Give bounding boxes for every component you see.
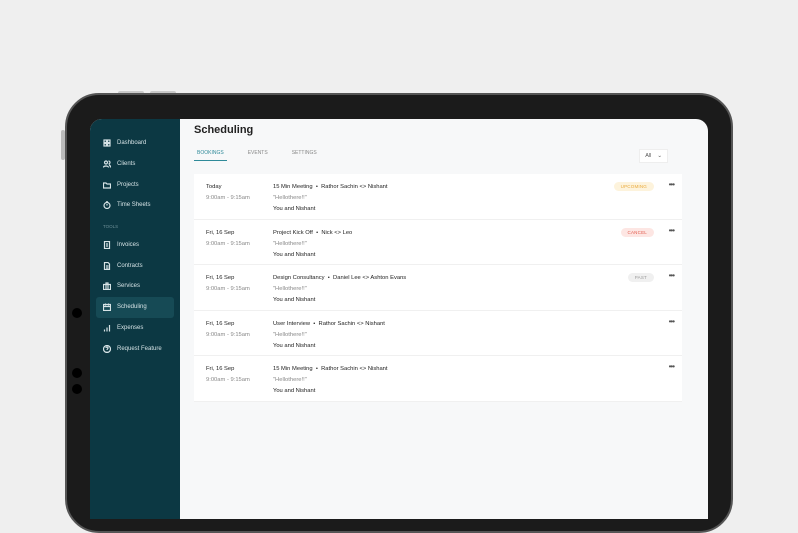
sidebar-item-services[interactable]: Services [96, 276, 174, 297]
booking-title: Project Kick Off [273, 229, 313, 236]
booking-time: 9:00am - 9:15am [206, 195, 250, 201]
sidebar-item-invoices[interactable]: Invoices [96, 235, 174, 256]
sidebar-item-contracts[interactable]: Contracts [96, 255, 174, 276]
more-options-icon[interactable]: ••• [669, 180, 675, 189]
status-badge: CANCEL [620, 227, 654, 237]
booking-note: "Hellothere!!" [273, 331, 307, 338]
booking-people: Rathor Sachin <> Nishant [321, 366, 388, 372]
booking-title: User Interview [273, 320, 311, 327]
booking-note: "Hellothere!!" [273, 195, 307, 201]
booking-note: "Hellothere!!" [273, 240, 307, 247]
booking-date: Fri, 16 Sep [206, 229, 235, 236]
more-options-icon[interactable]: ••• [669, 362, 675, 371]
bookings-list: Today 9:00am - 9:15am 15 Min Meeting • Ra… [194, 174, 682, 402]
more-options-icon[interactable]: ••• [669, 317, 675, 326]
booking-note: "Hellothere!!" [273, 286, 307, 292]
booking-row[interactable]: Fri, 16 Sep 9:00am - 9:15am Design Consul… [194, 265, 682, 311]
tab-events[interactable]: EVENTS [245, 150, 271, 161]
sidebar-item-label: Request Feature [117, 345, 162, 352]
briefcase-icon [103, 282, 111, 291]
booking-time: 9:00am - 9:15am [206, 240, 250, 247]
sidebar-item-label: Dashboard [117, 140, 147, 147]
main-content: Scheduling BOOKINGS EVENTS SETTINGS All ⌄… [180, 119, 708, 519]
sidebar-item-dashboard[interactable]: Dashboard [96, 133, 174, 154]
tab-bookings[interactable]: BOOKINGS [194, 150, 227, 161]
booking-date: Today [206, 184, 222, 190]
booking-row[interactable]: Fri, 16 Sep 9:00am - 9:15am User Intervie… [194, 311, 682, 356]
booking-attendees: You and Nishant [273, 297, 316, 303]
sidebar-item-label: Time Sheets [117, 202, 151, 209]
booking-time: 9:00am - 9:15am [206, 377, 250, 383]
calendar-icon [103, 303, 111, 312]
app-screen: Dashboard Clients Projects Time Sheets TOOLS… [90, 119, 708, 519]
status-badge: UPCOMING [613, 182, 654, 191]
stopwatch-icon [103, 201, 111, 210]
sidebar: Dashboard Clients Projects Time Sheets TOOLS… [90, 119, 180, 519]
grid-icon [103, 139, 111, 147]
tab-settings[interactable]: SETTINGS [289, 150, 320, 161]
sidebar-item-request-feature[interactable]: Request Feature [96, 338, 174, 359]
camera-dot [72, 384, 82, 394]
sidebar-item-label: Expenses [117, 324, 144, 331]
bar-chart-icon [103, 324, 111, 332]
booking-people: Rathor Sachin <> Nishant [321, 184, 388, 190]
folder-icon [103, 182, 111, 189]
booking-row[interactable]: Today 9:00am - 9:15am 15 Min Meeting • Ra… [194, 174, 682, 220]
booking-attendees: You and Nishant [273, 342, 316, 349]
booking-title: 15 Min Meeting [273, 184, 313, 190]
booking-people: Daniel Lee <> Ashton Evans [333, 275, 407, 281]
booking-title: 15 Min Meeting [273, 366, 313, 372]
more-options-icon[interactable]: ••• [669, 226, 675, 235]
booking-title: Design Consultancy [273, 275, 325, 281]
sidebar-item-label: Invoices [117, 242, 140, 249]
camera-dot [72, 368, 82, 378]
booking-note: "Hellothere!!" [273, 377, 307, 383]
camera-dot [72, 308, 82, 318]
tabs: BOOKINGS EVENTS SETTINGS [194, 150, 682, 161]
more-options-icon[interactable]: ••• [669, 271, 675, 280]
sidebar-item-clients[interactable]: Clients [96, 154, 174, 175]
booking-row[interactable]: Fri, 16 Sep 9:00am - 9:15am Project Kick … [194, 220, 682, 265]
booking-people: Rathor Sachin <> Nishant [318, 320, 385, 327]
chevron-down-icon: ⌄ [657, 153, 662, 159]
booking-date: Fri, 16 Sep [206, 366, 235, 372]
sidebar-item-label: Contracts [117, 262, 143, 269]
booking-date: Fri, 16 Sep [206, 320, 235, 327]
sidebar-item-time-sheets[interactable]: Time Sheets [96, 195, 174, 216]
booking-attendees: You and Nishant [273, 388, 316, 394]
sidebar-item-label: Projects [117, 181, 139, 188]
filter-value: All [645, 153, 652, 159]
booking-attendees: You and Nishant [273, 251, 316, 258]
sidebar-item-expenses[interactable]: Expenses [96, 318, 174, 339]
contract-icon [103, 261, 111, 270]
sidebar-item-label: Scheduling [117, 304, 147, 311]
booking-people: Nick <> Leo [321, 229, 353, 236]
booking-attendees: You and Nishant [273, 206, 316, 212]
booking-row[interactable]: Fri, 16 Sep 9:00am - 9:15am 15 Min Meetin… [194, 356, 682, 402]
sidebar-item-label: Services [117, 283, 141, 290]
sidebar-item-projects[interactable]: Projects [96, 174, 174, 195]
sidebar-item-scheduling[interactable]: Scheduling [96, 296, 174, 318]
booking-time: 9:00am - 9:15am [206, 286, 250, 292]
users-icon [103, 160, 111, 168]
help-icon [103, 344, 111, 353]
booking-date: Fri, 16 Sep [206, 275, 235, 281]
sidebar-item-label: Clients [117, 161, 136, 168]
booking-time: 9:00am - 9:15am [206, 331, 250, 338]
status-badge: PAST [627, 273, 654, 282]
filter-select[interactable]: All ⌄ [639, 149, 668, 163]
section-label: TOOLS [103, 223, 119, 229]
invoice-icon [103, 241, 111, 250]
page-title: Scheduling [194, 124, 254, 136]
